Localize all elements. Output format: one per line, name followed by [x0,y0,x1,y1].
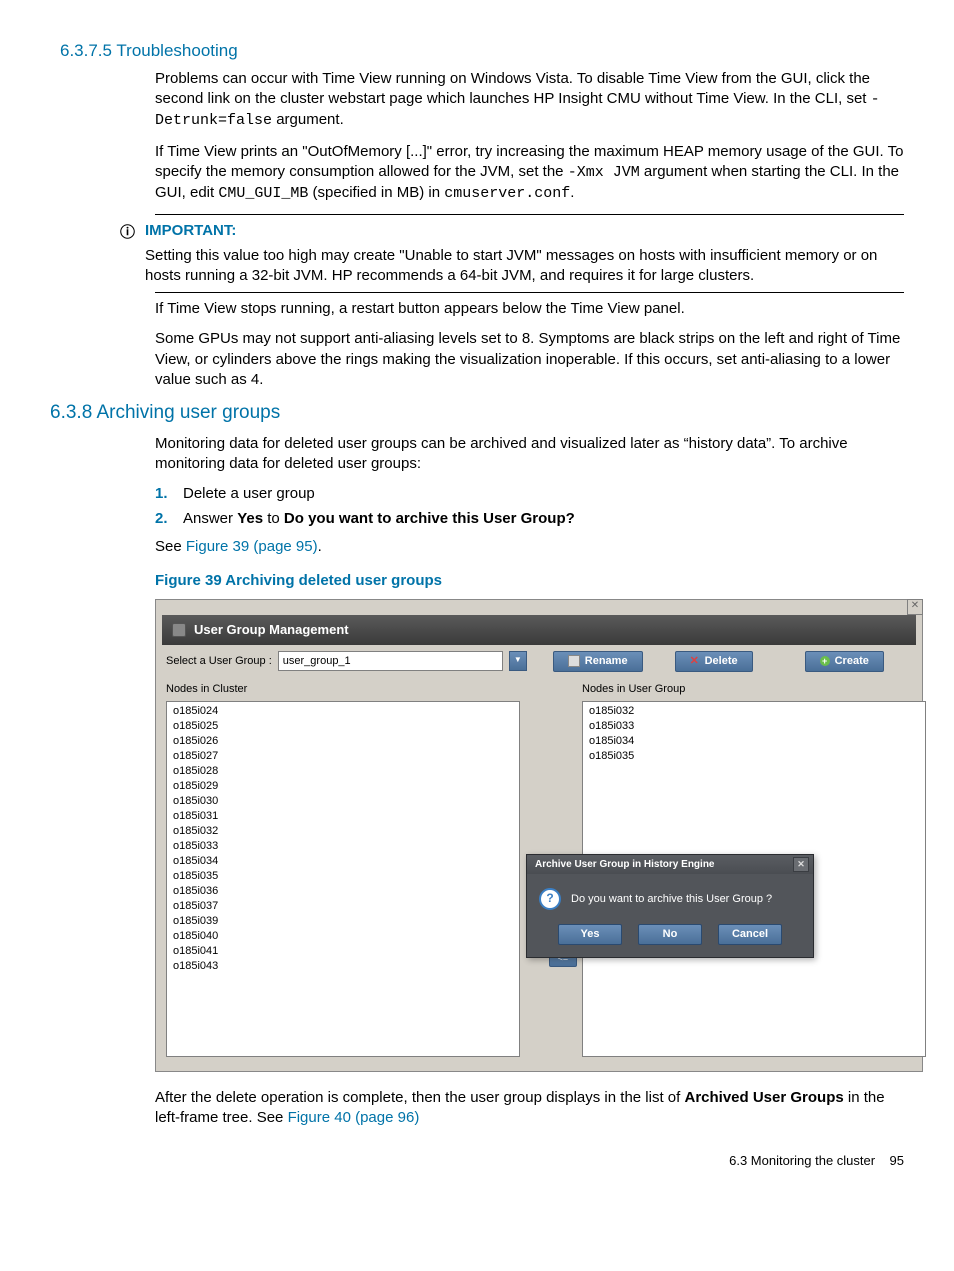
button-label: Create [835,654,869,669]
list-item[interactable]: o185i030 [173,794,513,809]
footer-section: 6.3 Monitoring the cluster [729,1153,875,1168]
code: -Xmx JVM [568,164,640,181]
window-title: User Group Management [194,621,349,639]
page-footer: 6.3 Monitoring the cluster 95 [50,1152,904,1170]
heading-6375: 6.3.7.5 Troubleshooting [60,40,904,63]
archive-dialog: Archive User Group in History Engine ✕ ?… [526,854,814,958]
para-6375-2: If Time View prints an "OutOfMemory [...… [155,142,904,205]
column-label: Nodes in User Group [582,682,912,697]
column-label: Nodes in Cluster [166,682,544,697]
question-icon: ? [539,888,561,910]
list-item[interactable]: o185i026 [173,734,513,749]
dialog-title: Archive User Group in History Engine [535,858,714,872]
figure-39: ✕ User Group Management Select a User Gr… [155,599,923,1071]
list-item[interactable]: o185i041 [173,944,513,959]
important-text: Setting this value too high may create "… [145,246,904,287]
divider [155,292,904,293]
list-item[interactable]: o185i027 [173,749,513,764]
text: Archived User Groups [684,1089,843,1106]
list-item[interactable]: o185i036 [173,884,513,899]
delete-icon: ✕ [690,656,700,666]
create-button[interactable]: + Create [805,651,884,672]
list-item: 2.Answer Yes to Do you want to archive t… [183,509,904,529]
list-item[interactable]: o185i037 [173,899,513,914]
text: to [263,510,284,527]
text: (specified in MB) in [308,184,444,201]
list-item[interactable]: o185i033 [589,719,919,734]
text: Problems can occur with Time View runnin… [155,70,871,107]
figure-link[interactable]: Figure 39 (page 95) [186,538,318,555]
list-item[interactable]: o185i031 [173,809,513,824]
text: argument. [272,111,344,128]
text: Delete a user group [183,485,315,502]
close-icon[interactable]: ✕ [907,599,923,615]
dialog-body: ? Do you want to archive this User Group… [527,874,813,920]
text: Answer [183,510,237,527]
list-number: 2. [155,509,168,529]
important-callout: ⓘ IMPORTANT: Setting this value too high… [120,221,904,286]
para-6375-4: Some GPUs may not support anti-aliasing … [155,329,904,390]
para-638-after: After the delete operation is complete, … [155,1088,904,1129]
button-label: Delete [705,654,738,669]
button-label: Rename [585,654,628,669]
list-item[interactable]: o185i032 [589,704,919,719]
window-icon [172,623,186,637]
nodes-in-cluster-column: Nodes in Cluster o185i024o185i025o185i02… [166,682,544,1057]
select-value: user_group_1 [283,654,351,669]
list-number: 1. [155,484,168,504]
dropdown-icon[interactable]: ▼ [509,651,527,671]
create-icon: + [820,656,830,666]
delete-button[interactable]: ✕ Delete [675,651,753,672]
text: See [155,538,186,555]
list-item[interactable]: o185i034 [589,734,919,749]
list-item[interactable]: o185i033 [173,839,513,854]
select-label: Select a User Group : [166,654,272,669]
code: CMU_GUI_MB [218,185,308,202]
para-638-see: See Figure 39 (page 95). [155,537,904,557]
important-label: IMPORTANT: [145,221,904,241]
list-item[interactable]: o185i034 [173,854,513,869]
list-item[interactable]: o185i035 [589,749,919,764]
divider [155,214,904,215]
text: Do you want to archive this User Group? [284,510,575,527]
rename-button[interactable]: Rename [553,651,643,672]
important-icon: ⓘ [120,221,145,286]
list-item[interactable]: o185i040 [173,929,513,944]
figure-caption: Figure 39 Archiving deleted user groups [155,571,904,591]
text: After the delete operation is complete, … [155,1089,684,1106]
list-item[interactable]: o185i025 [173,719,513,734]
list-item[interactable]: o185i032 [173,824,513,839]
list-item[interactable]: o185i039 [173,914,513,929]
list-item[interactable]: o185i029 [173,779,513,794]
ordered-list: 1.Delete a user group 2.Answer Yes to Do… [155,484,904,529]
dialog-buttons: Yes No Cancel [527,920,813,957]
text: . [318,538,322,555]
list-item[interactable]: o185i035 [173,869,513,884]
text: Yes [237,510,263,527]
close-icon[interactable]: ✕ [793,857,809,872]
list-item: 1.Delete a user group [183,484,904,504]
nodes-in-cluster-list[interactable]: o185i024o185i025o185i026o185i027o185i028… [166,701,520,1057]
list-item[interactable]: o185i043 [173,959,513,974]
dialog-message: Do you want to archive this User Group ? [571,892,772,907]
para-6375-3: If Time View stops running, a restart bu… [155,299,904,319]
figure-link[interactable]: Figure 40 (page 96) [288,1109,420,1126]
page-number: 95 [890,1153,904,1168]
no-button[interactable]: No [638,924,702,945]
dialog-titlebar: Archive User Group in History Engine ✕ [527,855,813,874]
list-item[interactable]: o185i024 [173,704,513,719]
code: cmuserver.conf [444,185,570,202]
para-6375-1: Problems can occur with Time View runnin… [155,69,904,132]
text: . [570,184,574,201]
toolbar: Select a User Group : user_group_1 ▼ Ren… [166,651,912,672]
usergroup-select[interactable]: user_group_1 [278,651,503,671]
heading-638: 6.3.8 Archiving user groups [50,400,904,426]
cancel-button[interactable]: Cancel [718,924,782,945]
rename-icon [568,655,580,667]
list-item[interactable]: o185i028 [173,764,513,779]
para-638-intro: Monitoring data for deleted user groups … [155,434,904,475]
yes-button[interactable]: Yes [558,924,622,945]
window-titlebar: User Group Management [162,615,916,645]
